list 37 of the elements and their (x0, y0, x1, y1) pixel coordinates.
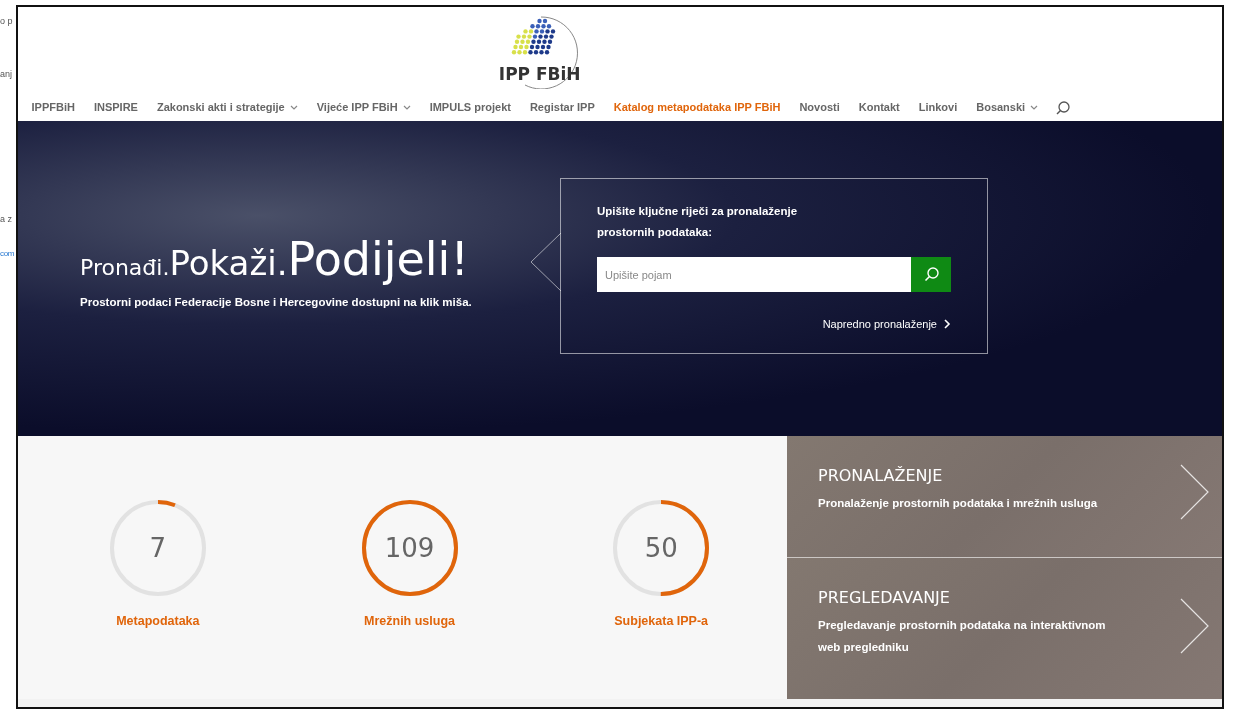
stat-label: Subjekata IPP-a (614, 613, 709, 630)
nav-link[interactable]: Vijeće IPP FBiH (307, 95, 421, 120)
feature-panel[interactable]: PREGLEDAVANJE Pregledavanje prostornih podataka na interaktivnom web pregledniku (787, 557, 1222, 699)
nav-link[interactable]: Zakonski akti i strategije (147, 95, 308, 120)
stat-label: Mrežnih usluga (364, 613, 455, 630)
stat-label: Metapodataka (116, 613, 200, 630)
advanced-search-link[interactable]: Napredno pronalaženje (822, 316, 951, 333)
nav-link[interactable]: INSPIRE (84, 95, 148, 120)
background-text-fragment: anj (0, 68, 12, 81)
search-icon (1055, 101, 1070, 115)
background-text-fragment: o p (0, 15, 13, 28)
nav-link[interactable]: Bosanski (966, 95, 1048, 120)
feature-title: PREGLEDAVANJE (818, 587, 951, 609)
nav-link[interactable]: IPPFBiH (22, 95, 85, 120)
feature-panel[interactable]: PRONALAŽENJE Pronalaženje prostornih podataka i mrežnih usluga (787, 436, 1222, 557)
stat-value: 7 (149, 531, 167, 565)
nav-link[interactable]: IMPULS projekt (420, 95, 521, 120)
feature-description: Pronalaženje prostornih podataka i mrežnih usluga (818, 496, 1099, 511)
feature-title: PRONALAŽENJE (818, 465, 944, 487)
chevron-right-icon (1180, 598, 1210, 654)
search-field[interactable]: Upišite pojam (597, 257, 911, 292)
hero-subtitle: Prostorni podaci Federacije Bosne i Hercegovine dostupni na klik miša. (80, 294, 473, 310)
logo-text: IPP FBiH (498, 62, 581, 86)
stat-value: 50 (644, 531, 678, 565)
nav-link[interactable]: Registar IPP (520, 95, 605, 120)
nav-link[interactable]: Linkovi (909, 95, 967, 120)
background-text-fragment: a z (0, 213, 12, 226)
chevron-right-icon (944, 319, 951, 330)
search-icon (923, 267, 939, 282)
feature-description: Pregledavanje prostornih podataka na interaktivnom web pregledniku (818, 618, 1107, 655)
nav-link[interactable]: Katalog metapodataka IPP FBiH (604, 95, 790, 120)
chevron-right-icon (1180, 464, 1210, 520)
nav-link[interactable]: Novosti (789, 95, 850, 120)
nav-link[interactable]: Kontakt (849, 95, 910, 120)
search-button[interactable] (911, 257, 951, 292)
background-link-fragment: com (0, 248, 15, 260)
search-prompt: Upišite ključne riječi za pronalaženje prostornih podataka: (597, 204, 799, 240)
